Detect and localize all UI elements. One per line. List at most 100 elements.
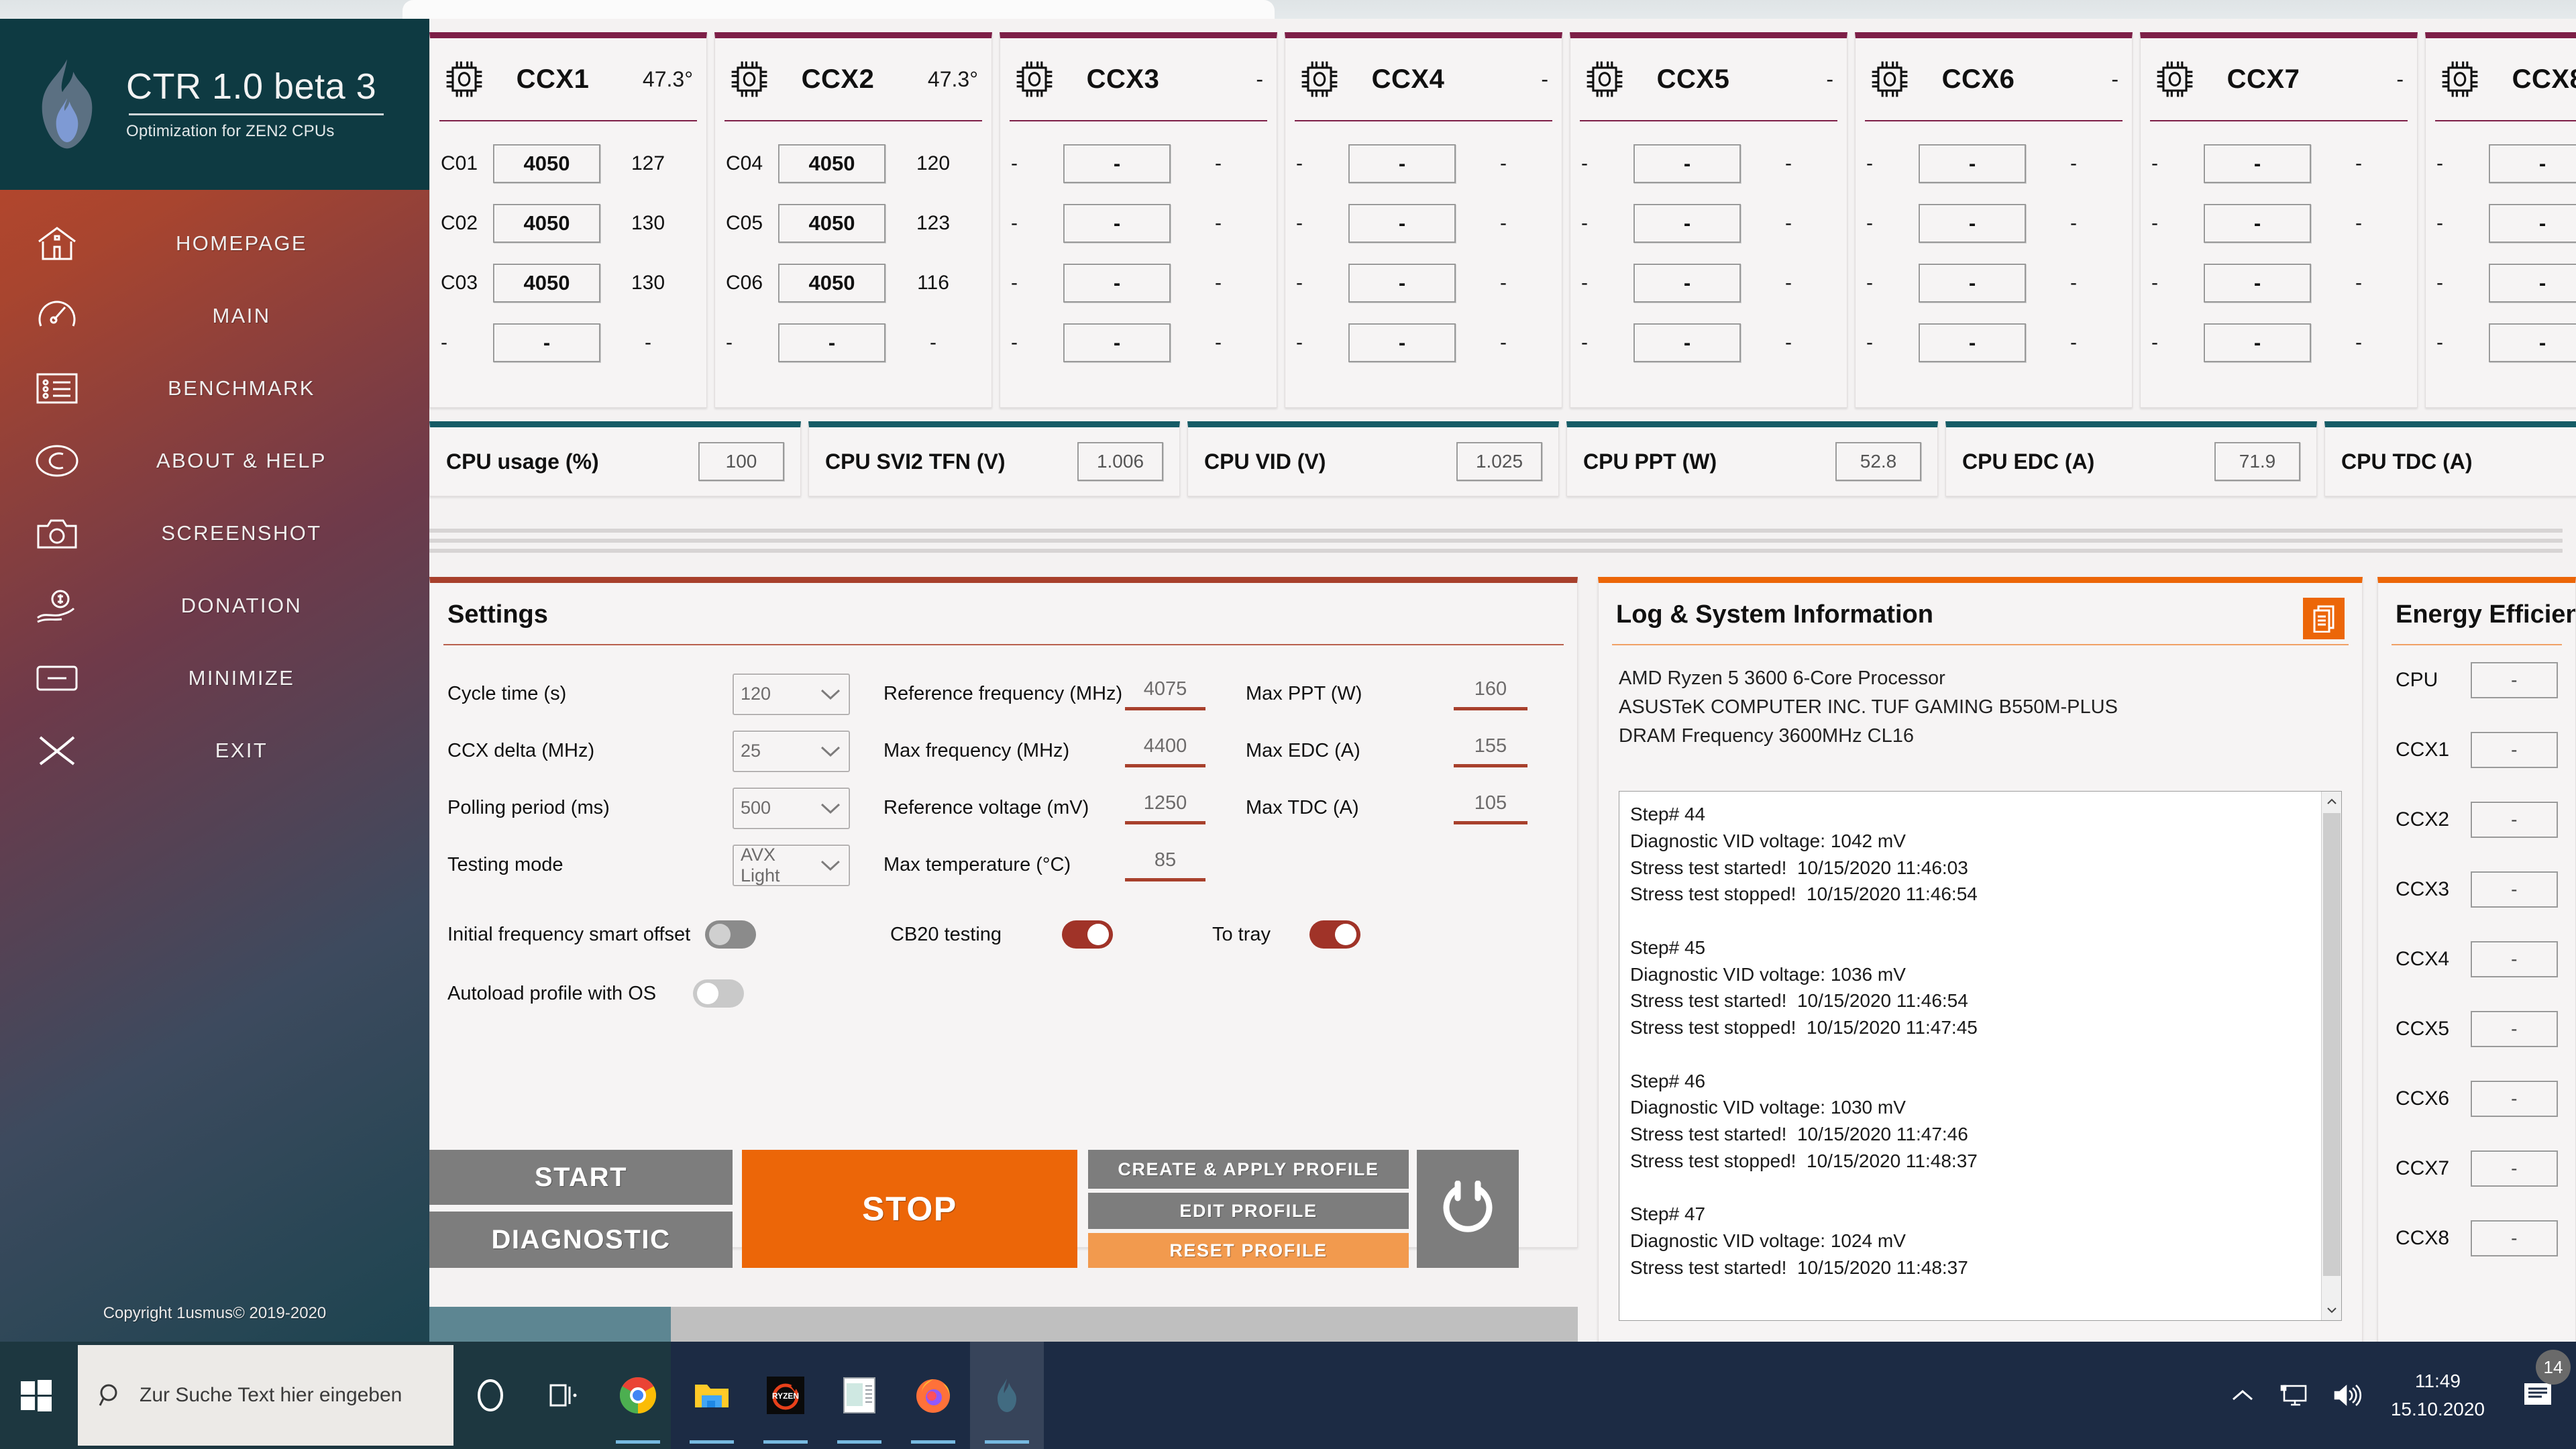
stop-button[interactable]: STOP [742, 1150, 1077, 1268]
taskbar-item-task-view[interactable] [527, 1342, 601, 1449]
taskbar-clock[interactable]: 11:49 15.10.2020 [2373, 1367, 2502, 1424]
initial-frequency-smart-offset-toggle[interactable] [705, 920, 757, 949]
ccx-delta-select[interactable]: 25 [733, 730, 850, 772]
log-textarea[interactable]: Step# 44 Diagnostic VID voltage: 1042 mV… [1619, 791, 2342, 1321]
diagnostic-button[interactable]: DIAGNOSTIC [429, 1212, 733, 1268]
ccx-core-frequency-field[interactable]: - [778, 323, 885, 362]
sidebar-item-about-help[interactable]: ABOUT & HELP [0, 425, 429, 496]
taskbar-item-google-chrome[interactable] [601, 1342, 675, 1449]
ccx-core-value: - [1215, 271, 1222, 294]
ccx-core-frequency-field[interactable]: 4050 [778, 263, 885, 303]
copy-log-button[interactable] [2303, 598, 2345, 639]
sidebar-item-minimize[interactable]: MINIMIZE [0, 643, 429, 714]
ccx-core-frequency-field[interactable]: - [1633, 263, 1741, 303]
ccx-core-frequency-field[interactable]: 4050 [493, 144, 600, 183]
toggle-knob [1335, 924, 1357, 945]
taskbar-search-box[interactable]: Zur Suche Text hier eingeben [78, 1345, 453, 1446]
metric-value: 52.8 [1835, 442, 1921, 481]
ccx-core-label: - [2151, 271, 2158, 294]
scroll-down-button[interactable] [2322, 1300, 2341, 1320]
ccx-card-ccx4: CCX4 - - - - - - - - - - - - - [1285, 32, 1562, 408]
ccx-core-frequency-field[interactable]: - [2204, 323, 2311, 362]
cycle-time-select[interactable]: 120 [733, 673, 850, 715]
setting-label-testing-mode: Testing mode [447, 854, 564, 875]
ccx-core-label: - [1296, 331, 1303, 354]
ccx-core-frequency-field[interactable]: - [1063, 144, 1171, 183]
sidebar-item-donation[interactable]: DONATION [0, 570, 429, 641]
scroll-up-button[interactable] [2322, 792, 2341, 812]
ccx-core-frequency-field[interactable]: 4050 [778, 144, 885, 183]
edit-profile-button[interactable]: EDIT PROFILE [1088, 1193, 1409, 1229]
reference-frequency-value[interactable]: 4075 [1125, 678, 1205, 700]
taskbar-item-ctr[interactable] [970, 1342, 1044, 1449]
ccx-core-frequency-field[interactable]: - [1063, 203, 1171, 243]
taskbar-item-notepad[interactable] [822, 1342, 896, 1449]
sysinfo-dram: DRAM Frequency 3600MHz CL16 [1619, 724, 1915, 747]
testing-mode-select[interactable]: AVX Light [733, 844, 850, 886]
ccx-core-frequency-field[interactable]: - [2489, 203, 2576, 243]
polling-period-select[interactable]: 500 [733, 787, 850, 829]
ccx-core-frequency-field[interactable]: - [2204, 203, 2311, 243]
taskbar-item-file-explorer[interactable] [675, 1342, 749, 1449]
ccx-core-label: - [2436, 152, 2443, 174]
ccx-core-frequency-field[interactable]: - [2489, 263, 2576, 303]
settings-panel: Settings Cycle time (s) 120 CCX delta (M… [429, 577, 1578, 1248]
ccx-core-frequency-field[interactable]: - [1063, 263, 1171, 303]
sidebar-item-screenshot[interactable]: SCREENSHOT [0, 498, 429, 569]
autoload-profile-toggle[interactable] [693, 979, 745, 1008]
ccx-core-frequency-field[interactable]: - [1348, 203, 1456, 243]
refresh-button[interactable] [1417, 1150, 1519, 1268]
network-monitor-button[interactable] [2269, 1383, 2321, 1408]
taskbar-item-ryzen-master[interactable]: RYZEN [749, 1342, 822, 1449]
ccx-core-frequency-field[interactable]: - [1348, 263, 1456, 303]
sidebar-item-homepage[interactable]: HOMEPAGE [0, 208, 429, 279]
to-tray-toggle[interactable] [1309, 920, 1361, 949]
reset-profile-button[interactable]: RESET PROFILE [1088, 1233, 1409, 1268]
ccx-core-frequency-field[interactable]: - [1063, 323, 1171, 362]
ccx-core-frequency-field[interactable]: - [1919, 144, 2026, 183]
log-scrollbar[interactable] [2321, 792, 2341, 1320]
ccx-core-label: - [1866, 271, 1873, 294]
start-button[interactable]: START [429, 1150, 733, 1205]
max-frequency-value[interactable]: 4400 [1125, 735, 1205, 757]
metric-card-cpu-svi2-tfn-v: CPU SVI2 TFN (V) 1.006 [808, 421, 1180, 496]
ccx-core-frequency-field[interactable]: - [1919, 203, 2026, 243]
ccx-core-frequency-field[interactable]: 4050 [778, 203, 885, 243]
taskbar-item-firefox[interactable] [896, 1342, 970, 1449]
scrollbar-thumb[interactable] [2323, 813, 2341, 1276]
ccx-core-frequency-field[interactable]: - [2489, 323, 2576, 362]
sidebar-item-exit[interactable]: EXIT [0, 715, 429, 786]
ccx-core-frequency-field[interactable]: - [2204, 144, 2311, 183]
notifications-button[interactable]: 14 [2502, 1350, 2576, 1411]
ccx-core-frequency-field[interactable]: - [1633, 144, 1741, 183]
cpu-chip-icon [1301, 61, 1338, 97]
ccx-card-temperature: 47.3° [927, 66, 978, 91]
show-hidden-icons-button[interactable] [2216, 1387, 2269, 1403]
ccx-core-frequency-field[interactable]: - [493, 323, 600, 362]
ccx-core-frequency-field[interactable]: - [1633, 203, 1741, 243]
ccx-core-frequency-field[interactable]: 4050 [493, 203, 600, 243]
sidebar-item-benchmark[interactable]: BENCHMARK [0, 353, 429, 424]
ccx-core-frequency-field[interactable]: - [1348, 323, 1456, 362]
ccx-core-value: - [1785, 331, 1792, 354]
max-ppt-value[interactable]: 160 [1454, 678, 1527, 700]
reference-voltage-value[interactable]: 1250 [1125, 792, 1205, 814]
start-button-taskbar[interactable] [0, 1342, 72, 1449]
ccx-core-frequency-field[interactable]: - [1633, 323, 1741, 362]
max-temperature-value[interactable]: 85 [1125, 849, 1205, 871]
ccx-core-frequency-field[interactable]: - [1919, 263, 2026, 303]
max-tdc-value[interactable]: 105 [1454, 792, 1527, 814]
cb20-testing-toggle[interactable] [1062, 920, 1114, 949]
ccx-card-header: CCX1 47.3° [430, 38, 706, 120]
create-apply-profile-button[interactable]: CREATE & APPLY PROFILE [1088, 1150, 1409, 1189]
ccx-core-frequency-field[interactable]: - [2489, 144, 2576, 183]
ccx-core-frequency-field[interactable]: - [1919, 323, 2026, 362]
energy-row-value: - [2470, 1081, 2558, 1117]
volume-button[interactable] [2321, 1383, 2373, 1408]
sidebar-item-main[interactable]: MAIN [0, 280, 429, 352]
ccx-core-frequency-field[interactable]: - [2204, 263, 2311, 303]
taskbar-item-cortana[interactable] [453, 1342, 527, 1449]
max-edc-value[interactable]: 155 [1454, 735, 1527, 757]
ccx-core-frequency-field[interactable]: - [1348, 144, 1456, 183]
ccx-core-frequency-field[interactable]: 4050 [493, 263, 600, 303]
